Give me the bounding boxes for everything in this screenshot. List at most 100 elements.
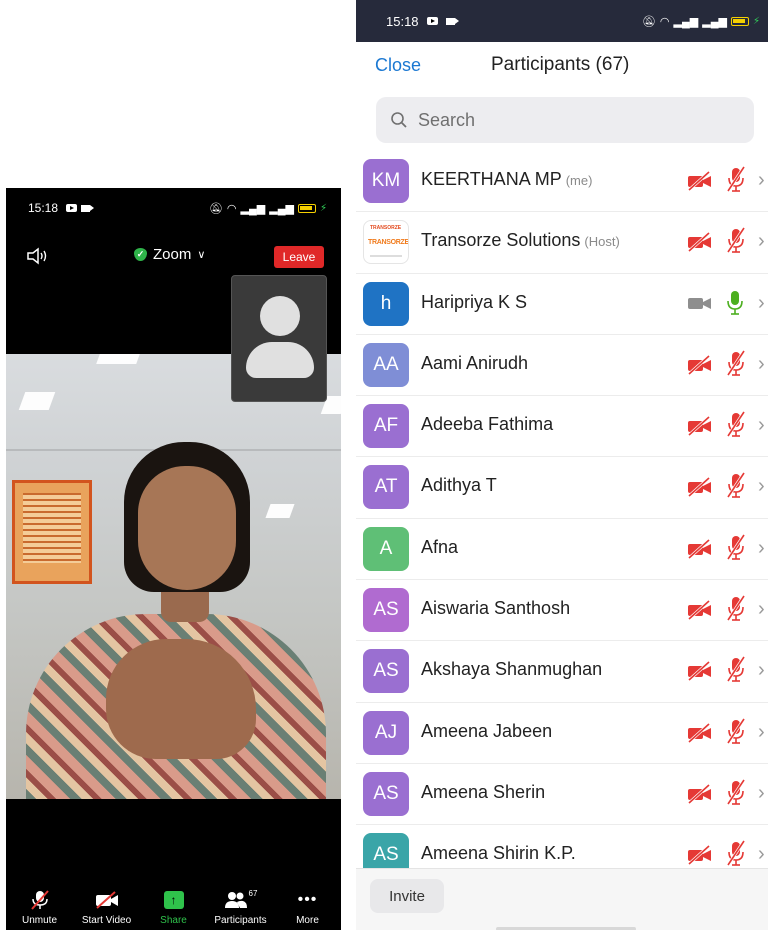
camera-icon: [445, 17, 459, 25]
participant-name: Akshaya Shanmughan: [421, 659, 602, 680]
unmute-button[interactable]: Unmute: [6, 884, 73, 930]
logo-text-small: TRANSORZE: [370, 225, 402, 232]
chevron-right-icon: ›: [758, 720, 765, 743]
ceiling-light: [265, 504, 295, 518]
youtube-icon: [66, 204, 78, 212]
participants-icon: [224, 892, 247, 908]
chevron-right-icon: ›: [758, 843, 765, 866]
participants-header: Close Participants (67): [356, 42, 768, 90]
participant-name: Ameena Sherin: [421, 782, 545, 803]
participant-count: 67: [248, 889, 258, 898]
participant-row[interactable]: TRANSORZE TRANSORZE Transorze Solutions (Ho…: [356, 212, 768, 274]
participant-row[interactable]: AS Aiswaria Santhosh ›: [356, 580, 768, 642]
avatar: AS: [363, 771, 409, 816]
chevron-down-icon: ∨: [197, 249, 206, 261]
video-off-icon: [687, 538, 711, 559]
person-face: [138, 466, 236, 590]
signal-icon: ▂▄▆: [269, 202, 294, 215]
host-logo-avatar: TRANSORZE TRANSORZE: [363, 220, 409, 265]
participant-name-text: Haripriya K S: [421, 291, 528, 312]
wifi-icon: ◠: [226, 202, 237, 215]
status-bar: 15:18 🔕︎ ◠ ▂▄▆ ▂▄▆ ⚡︎: [6, 188, 341, 228]
participant-row[interactable]: KM KEERTHANA MP (me) ›: [356, 151, 768, 213]
signal-icon: ▂▄▆: [702, 15, 727, 28]
participant-name-text: Akshaya Shanmughan: [421, 659, 603, 680]
participant-role-tag: (Host): [584, 234, 620, 250]
avatar-head: [260, 296, 300, 336]
charging-icon: ⚡︎: [319, 202, 327, 214]
participants-button[interactable]: 67 Participants: [207, 884, 274, 930]
participant-name: Adithya T: [421, 475, 497, 496]
participant-name-text: Ameena Sherin: [421, 781, 546, 802]
self-view-thumbnail[interactable]: [231, 275, 327, 402]
more-button[interactable]: ••• More: [274, 884, 341, 930]
logo-underline: [370, 255, 402, 258]
search-input[interactable]: Search: [376, 97, 754, 143]
meeting-topbar: ✓ Zoom ∨ Leave: [6, 238, 341, 274]
wall-poster: [12, 480, 92, 584]
participant-role-tag: (me): [565, 173, 593, 188]
bottom-bar: Invite: [356, 868, 768, 930]
participant-name-text: Adeeba Fathima: [421, 414, 554, 435]
avatar: h: [363, 281, 409, 326]
participant-row[interactable]: AA Aami Anirudh ›: [356, 335, 768, 397]
chevron-right-icon: ›: [758, 598, 765, 621]
ceiling-light: [96, 354, 140, 364]
participant-name-text: Ameena Jabeen: [421, 720, 553, 741]
participant-row[interactable]: AS Akshaya Shanmughan ›: [356, 641, 768, 703]
share-button[interactable]: ↑ Share: [140, 884, 207, 930]
participant-row[interactable]: AJ Ameena Jabeen ›: [356, 703, 768, 764]
page-title: Participants (67): [491, 54, 630, 75]
leave-button[interactable]: Leave: [274, 246, 324, 268]
avatar: KM: [363, 159, 409, 203]
battery-icon: [730, 16, 749, 26]
camera-icon: [81, 204, 95, 212]
meeting-title-dropdown[interactable]: ✓ Zoom ∨: [134, 246, 205, 263]
participant-row[interactable]: h Haripriya K S ›: [356, 274, 768, 335]
avatar-shoulders: [246, 342, 314, 378]
avatar: AJ: [363, 710, 409, 755]
participant-name: Afna: [421, 537, 458, 558]
participant-row[interactable]: AT Adithya T ›: [356, 457, 768, 519]
participant-name-text: Afna: [421, 536, 459, 557]
video-off-icon: [687, 661, 711, 682]
participant-row[interactable]: AF Adeeba Fathima ›: [356, 396, 768, 458]
participant-row[interactable]: AS Ameena Sherin ›: [356, 764, 768, 826]
shield-check-icon: ✓: [134, 248, 147, 261]
mic-off-icon: [726, 411, 746, 438]
video-off-icon: [687, 477, 711, 498]
person-hands: [106, 639, 256, 759]
mute-bell-icon: 🔕︎: [641, 15, 656, 28]
invite-button[interactable]: Invite: [370, 879, 444, 913]
participant-name-text: Aiswaria Santhosh: [421, 598, 571, 619]
status-time: 15:18: [28, 201, 59, 215]
video-off-icon: [687, 845, 711, 866]
chevron-right-icon: ›: [758, 414, 765, 437]
mic-on-icon: [727, 290, 743, 315]
mic-off-icon: [726, 227, 746, 254]
participant-name-text: KEERTHANA MP: [421, 169, 562, 189]
video-off-icon: [687, 722, 711, 743]
participant-name: KEERTHANA MP (me): [421, 169, 592, 190]
mic-off-icon: [726, 350, 746, 376]
chevron-right-icon: ›: [758, 781, 765, 804]
participant-row[interactable]: A Afna ›: [356, 519, 768, 581]
avatar: AA: [363, 342, 409, 387]
start-video-button[interactable]: Start Video: [73, 884, 140, 930]
signal-icon: ▂▄▆: [673, 15, 699, 28]
participant-name: Ameena Jabeen: [421, 721, 552, 742]
signal-icon: ▂▄▆: [240, 202, 266, 215]
avatar: A: [363, 526, 409, 571]
speaker-icon[interactable]: [26, 246, 50, 266]
share-icon: ↑: [163, 891, 184, 909]
search-placeholder: Search: [418, 109, 476, 130]
meeting-title: Zoom: [153, 246, 192, 263]
participant-name-text: Ameena Shirin K.P.: [421, 843, 576, 864]
video-off-icon: [95, 891, 118, 909]
chevron-right-icon: ›: [758, 169, 765, 191]
chevron-right-icon: ›: [758, 352, 765, 375]
chevron-right-icon: ›: [758, 659, 765, 682]
chevron-right-icon: ›: [758, 536, 765, 559]
close-button[interactable]: Close: [375, 55, 421, 76]
video-on-icon: [688, 297, 711, 309]
